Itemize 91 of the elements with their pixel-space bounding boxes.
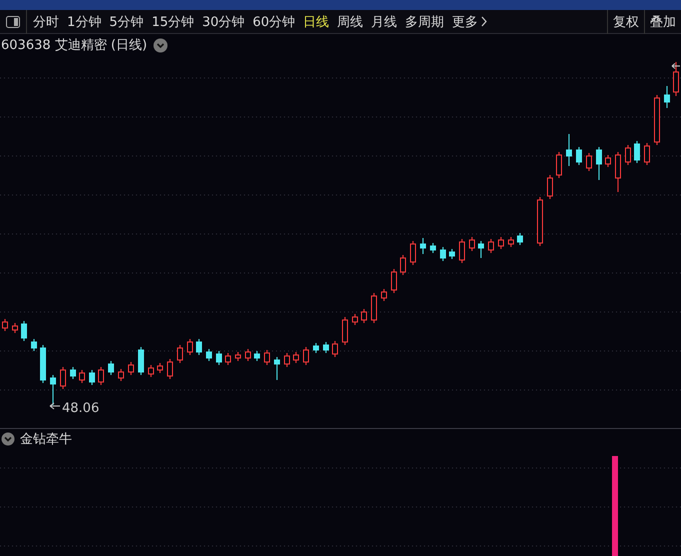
arrow-icon (672, 63, 680, 69)
candlestick (517, 232, 523, 246)
period-tab[interactable]: 多周期 (401, 10, 448, 32)
candlestick (371, 292, 377, 324)
candlestick (21, 320, 27, 342)
period-tab[interactable]: 周线 (333, 10, 368, 32)
candlestick (430, 242, 436, 254)
period-tab[interactable]: 分时 (29, 10, 63, 32)
candlestick (128, 362, 134, 376)
candlestick (625, 144, 631, 166)
candlestick (478, 240, 484, 258)
low-price-label: 48.06 (62, 401, 100, 416)
candlestick (361, 308, 367, 324)
candlestick (488, 238, 494, 254)
candlestick (148, 364, 154, 378)
candlestick (400, 254, 406, 276)
more-button[interactable]: 更多 (448, 10, 494, 32)
candlestick (508, 236, 514, 248)
candlestick (31, 338, 37, 352)
candlestick (498, 236, 504, 250)
toolbar-button[interactable]: 复权 (607, 10, 644, 34)
candlestick (391, 268, 397, 294)
period-tab[interactable]: 月线 (367, 10, 402, 32)
candlestick (98, 366, 104, 386)
candlestick (556, 152, 562, 178)
candlestick (245, 348, 251, 362)
period-tab[interactable]: 15分钟 (148, 10, 198, 32)
candlestick (332, 340, 338, 358)
candlestick (381, 288, 387, 302)
indicator-name: 金钻牵牛 (20, 431, 72, 448)
candlestick (108, 360, 114, 376)
candlestick (225, 352, 231, 366)
candlestick (157, 362, 163, 374)
candlestick (644, 142, 650, 166)
arrow-icon (50, 402, 60, 410)
candlestick (469, 236, 475, 252)
candlestick (673, 62, 679, 96)
candlestick (440, 246, 446, 262)
candlestick (274, 356, 280, 380)
chart-title: 603638 艾迪精密 (日线) (1, 37, 148, 54)
candlestick (118, 368, 124, 382)
candlestick (293, 352, 299, 364)
candlestick (596, 146, 602, 180)
candlestick (284, 352, 290, 368)
candlestick (12, 322, 18, 334)
candlestick (576, 146, 582, 166)
candlestick (187, 338, 193, 356)
period-tab[interactable]: 30分钟 (198, 10, 249, 32)
candlestick (323, 342, 329, 354)
candlestick (664, 86, 670, 108)
candlestick (216, 350, 222, 366)
candlestick (196, 338, 202, 356)
candlestick (459, 238, 465, 264)
candlestick (634, 140, 640, 164)
candlestick (605, 154, 611, 168)
candlestick (40, 344, 46, 384)
candlestick (50, 374, 56, 406)
candlestick (342, 316, 348, 346)
candlestick (177, 344, 183, 364)
candlestick (167, 358, 173, 380)
candlestick (138, 346, 144, 376)
candlestick (313, 342, 319, 354)
candlestick (89, 370, 95, 386)
period-tab[interactable]: 5分钟 (105, 10, 148, 32)
candlestick (615, 152, 621, 192)
candlestick (586, 152, 592, 172)
period-tab[interactable]: 1分钟 (63, 10, 106, 32)
candlestick (566, 134, 572, 166)
candlestick (449, 248, 455, 260)
candlestick (206, 348, 212, 362)
candlestick (264, 350, 270, 366)
candlestick (420, 238, 426, 254)
candlestick (537, 196, 543, 246)
candlestick (60, 366, 66, 390)
chevron-right-icon (481, 16, 488, 27)
candlestick (303, 346, 309, 366)
candlestick (352, 314, 358, 326)
collapse-icon[interactable] (1, 432, 15, 446)
dropdown-icon[interactable] (153, 38, 168, 52)
candlestick (70, 366, 76, 380)
toolbar-button[interactable]: 叠加 (644, 10, 681, 34)
period-tab[interactable]: 60分钟 (248, 10, 300, 32)
candlestick (235, 352, 241, 362)
candlestick (79, 370, 85, 384)
candlestick (2, 318, 8, 332)
candlestick (410, 240, 416, 266)
candlestick (547, 174, 553, 200)
candlestick (254, 350, 260, 362)
candlestick (654, 94, 660, 146)
panel-toggle-icon[interactable] (6, 16, 20, 28)
period-tab[interactable]: 日线 (299, 10, 334, 32)
